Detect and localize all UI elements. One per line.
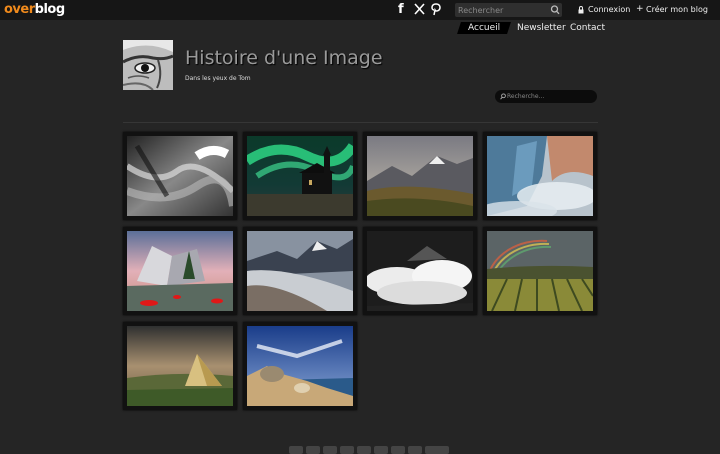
photo-thumb-clouds-bw[interactable] (363, 227, 477, 315)
logo-over-text: over (4, 2, 35, 17)
pagination-button[interactable] (289, 446, 303, 454)
nav-item-accueil[interactable]: Accueil (457, 22, 512, 34)
photo-thumb-misty-cliffs[interactable] (483, 132, 597, 220)
blog-search (495, 90, 597, 103)
header-divider (123, 122, 598, 123)
photo-thumb-mountain-valley[interactable] (363, 132, 477, 220)
plus-icon: + (636, 4, 644, 14)
photo-thumb-aurora-church[interactable] (243, 132, 357, 220)
nav-item-newsletter[interactable]: Newsletter (517, 22, 566, 34)
nav-item-contact[interactable]: Contact (570, 22, 605, 34)
pagination-button[interactable] (374, 446, 388, 454)
pagination-button[interactable] (340, 446, 354, 454)
photo-thumb-haystack-field[interactable] (123, 322, 237, 410)
photo-thumb-abstract-blur-bw[interactable] (123, 132, 237, 220)
overblog-logo[interactable]: overblog (4, 2, 65, 17)
search-icon (500, 93, 506, 100)
site-search (455, 3, 562, 17)
create-blog-link[interactable]: Créer mon blog (646, 5, 708, 14)
pagination-button[interactable] (391, 446, 405, 454)
login-link[interactable]: Connexion (588, 5, 630, 14)
top-bar: overblog f Connexion + Créer mon blog (0, 0, 720, 20)
blog-subtitle: Dans les yeux de Tom (185, 75, 251, 82)
site-search-input[interactable] (458, 3, 546, 17)
avatar[interactable] (123, 40, 173, 90)
pagination-button[interactable] (408, 446, 422, 454)
pinterest-icon[interactable] (431, 3, 441, 16)
x-icon[interactable] (414, 3, 425, 15)
photo-thumb-modern-building-tree[interactable] (123, 227, 237, 315)
blog-title[interactable]: Histoire d'une Image (185, 47, 383, 69)
pagination-button[interactable] (425, 446, 449, 454)
photo-thumb-rocky-coast[interactable] (243, 322, 357, 410)
nav-item-label: Accueil (468, 23, 501, 33)
logo-blog-text: blog (34, 2, 66, 17)
pagination-button[interactable] (357, 446, 371, 454)
photo-thumb-rainbow-vineyard[interactable] (483, 227, 597, 315)
pagination-button[interactable] (323, 446, 337, 454)
facebook-icon[interactable]: f (398, 2, 404, 17)
pagination-button[interactable] (306, 446, 320, 454)
photo-thumb-snowy-mountain-slope[interactable] (243, 227, 357, 315)
blog-search-input[interactable] (507, 90, 591, 103)
lock-icon (578, 6, 584, 14)
search-icon[interactable] (550, 4, 560, 16)
